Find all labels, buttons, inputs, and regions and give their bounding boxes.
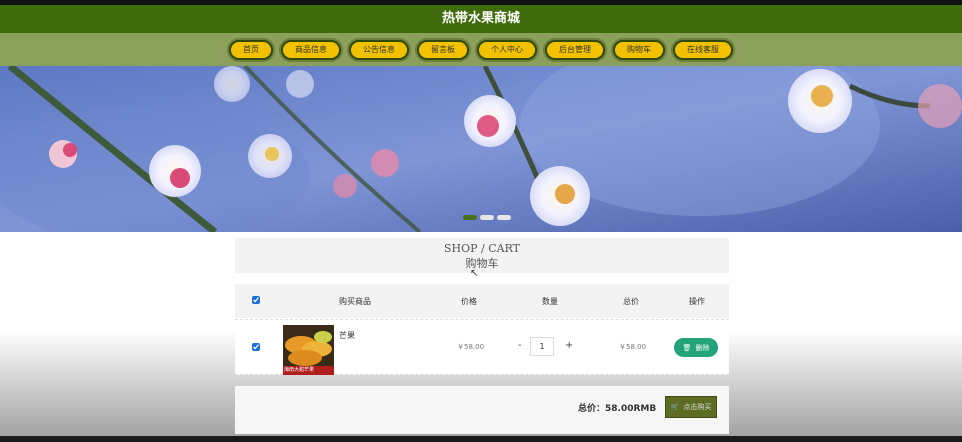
cart-table-header: 购买商品 价格 数量 总价 操作 xyxy=(235,284,729,318)
cart-row: 海南大甜芒果 芒果 ￥58.00 - + ￥58.00 🗑 删除 xyxy=(235,319,729,375)
carousel-dot-2[interactable] xyxy=(480,215,494,220)
header-qty: 数量 xyxy=(542,297,558,306)
header-product: 购买商品 xyxy=(339,297,371,306)
item-price: ￥58.00 xyxy=(457,343,485,351)
cart-summary: 总价：58.00RMB 🛒 点击购买 xyxy=(235,386,729,434)
qty-minus-button[interactable]: - xyxy=(518,340,522,351)
product-image[interactable]: 海南大甜芒果 xyxy=(283,325,334,375)
banner-image xyxy=(0,66,962,232)
mouse-cursor-icon: ↖ xyxy=(470,268,479,279)
nav-item-cart[interactable]: 购物车 xyxy=(613,39,665,60)
item-name[interactable]: 芒果 xyxy=(339,330,355,341)
nav-item-admin[interactable]: 后台管理 xyxy=(545,39,605,60)
banner-carousel[interactable] xyxy=(0,66,962,232)
cart-header: SHOP / CART 购物车 xyxy=(235,238,729,273)
delete-label: 删除 xyxy=(695,343,710,352)
delete-button[interactable]: 🗑 删除 xyxy=(674,338,718,357)
nav-item-notices[interactable]: 公告信息 xyxy=(349,39,409,60)
cart-header-en: SHOP / CART xyxy=(443,242,521,255)
cart-header-cn: 购物车 xyxy=(465,257,499,270)
total-price: 总价：58.00RMB xyxy=(578,404,657,414)
bottom-strip xyxy=(0,436,962,442)
item-checkbox[interactable] xyxy=(252,343,260,351)
carousel-dots xyxy=(463,215,511,220)
nav-item-service[interactable]: 在线客服 xyxy=(673,39,733,60)
trash-icon: 🗑 xyxy=(682,343,692,352)
product-image-caption: 海南大甜芒果 xyxy=(284,367,315,373)
carousel-dot-3[interactable] xyxy=(497,215,511,220)
qty-plus-button[interactable]: + xyxy=(565,340,573,351)
carousel-dot-1[interactable] xyxy=(463,215,477,220)
cart-icon: 🛒 xyxy=(670,403,680,411)
site-title: 热带水果商城 xyxy=(0,5,962,33)
header-total: 总价 xyxy=(623,297,639,306)
buy-button[interactable]: 🛒 点击购买 xyxy=(665,396,717,418)
buy-label: 点击购买 xyxy=(683,403,712,411)
main-nav: 首页 商品信息 公告信息 留言板 个人中心 后台管理 购物车 在线客服 xyxy=(0,33,962,66)
select-all-checkbox[interactable] xyxy=(252,296,260,304)
nav-item-home[interactable]: 首页 xyxy=(229,39,273,60)
nav-item-messages[interactable]: 留言板 xyxy=(417,39,469,60)
item-total: ￥58.00 xyxy=(619,343,647,351)
nav-item-profile[interactable]: 个人中心 xyxy=(477,39,537,60)
nav-item-products[interactable]: 商品信息 xyxy=(281,39,341,60)
qty-input[interactable] xyxy=(530,337,554,356)
header-action: 操作 xyxy=(689,297,705,306)
header-price: 价格 xyxy=(461,297,477,306)
